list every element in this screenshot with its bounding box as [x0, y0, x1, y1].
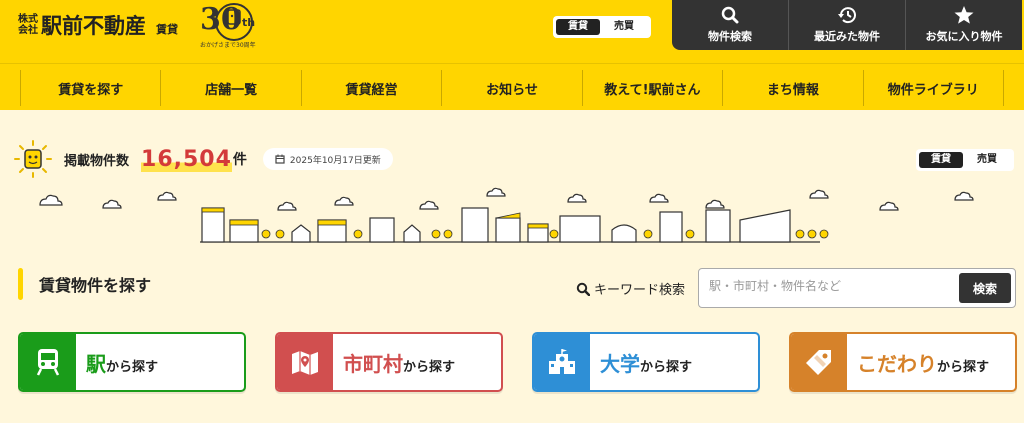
- mascot-icon: [14, 140, 52, 178]
- search-by-feature-card[interactable]: こだわりから探す: [789, 332, 1017, 392]
- nav-news[interactable]: お知らせ: [441, 70, 581, 106]
- nav-rental-management[interactable]: 賃貸経営: [300, 70, 441, 106]
- listing-count-row: 掲載物件数 16,504 件 2025年10月17日更新: [14, 140, 393, 178]
- search-by-station-card[interactable]: 駅から探す: [18, 332, 246, 392]
- heading-accent-bar: [18, 268, 23, 300]
- cloud-icon: [277, 201, 297, 211]
- toggle-sale[interactable]: 売買: [600, 19, 648, 35]
- updated-date-text: 2025年10月17日更新: [289, 155, 381, 166]
- star-icon: [954, 6, 974, 24]
- cloud-icon: [419, 200, 439, 210]
- rent-sale-toggle-top: 賃貸 売買: [553, 16, 651, 38]
- keyword-search-input[interactable]: [709, 279, 949, 293]
- utility-menu: 物件検索 最近みた物件 お気に入り物件: [672, 0, 1022, 50]
- util-label: 物件検索: [708, 30, 752, 43]
- card-icon-area: [534, 334, 590, 390]
- search-icon: [721, 6, 739, 24]
- util-favorites[interactable]: お気に入り物件: [905, 0, 1022, 50]
- toggle-rent[interactable]: 賃貸: [919, 152, 963, 168]
- util-label: お気に入り物件: [925, 30, 1003, 43]
- cloud-icon: [39, 194, 63, 206]
- util-recently-viewed[interactable]: 最近みた物件: [788, 0, 905, 50]
- nav-store-list[interactable]: 店舗一覧: [160, 70, 300, 106]
- keyword-search-label-text: キーワード検索: [594, 283, 686, 298]
- logo-kabu-2: 会社: [18, 25, 38, 36]
- search-button[interactable]: 検索: [959, 273, 1011, 303]
- cloud-icon: [567, 193, 587, 203]
- school-icon: [549, 349, 575, 374]
- global-nav: 賃貸を探す 店舗一覧 賃貸経営 お知らせ 教えて!駅前さん まち情報 物件ライブ…: [0, 63, 1024, 110]
- tag-icon: [806, 350, 831, 375]
- nav-town-info[interactable]: まち情報: [722, 70, 862, 106]
- anniversary-suffix: th: [242, 16, 256, 29]
- card-icon-area: [20, 334, 76, 390]
- card-label: 大学から探す: [600, 348, 692, 377]
- logo-name: 駅前不動産: [41, 14, 146, 38]
- card-label: 駅から探す: [86, 348, 158, 377]
- card-label-main: こだわり: [857, 351, 937, 376]
- card-icon-area: [277, 334, 333, 390]
- logo-kabushikigaisha: 株式 会社: [18, 14, 38, 36]
- cloud-icon: [334, 196, 354, 206]
- util-property-search[interactable]: 物件検索: [672, 0, 788, 50]
- cloud-icon: [102, 199, 122, 209]
- keyword-search-label: キーワード検索: [576, 279, 685, 298]
- cloud-icon: [649, 193, 669, 203]
- keyword-search-box: 検索: [698, 268, 1016, 308]
- anniversary-badge: 30 th おかげさまで30周年: [198, 2, 258, 49]
- card-label-main: 市町村: [343, 351, 403, 376]
- cloud-icon: [809, 189, 829, 199]
- updated-date-badge: 2025年10月17日更新: [262, 148, 393, 170]
- cloud-icon: [954, 191, 974, 201]
- search-icon: [576, 282, 590, 296]
- card-label-sub: から探す: [640, 359, 693, 375]
- card-label-sub: から探す: [106, 359, 159, 375]
- card-label-sub: から探す: [937, 359, 990, 375]
- listing-count-number: 16,504: [141, 146, 232, 172]
- site-header: 株式 会社 駅前不動産 賃貸 30 th おかげさまで30周年 賃貸 売買 物件…: [0, 0, 1024, 63]
- map-icon: [292, 351, 318, 375]
- calendar-icon: [275, 154, 285, 164]
- card-icon-area: [791, 334, 847, 390]
- nav-property-library[interactable]: 物件ライブラリ: [862, 70, 1004, 106]
- cloud-icon: [486, 187, 506, 197]
- card-label-main: 駅: [86, 351, 106, 376]
- town-skyline-illustration: [39, 187, 974, 243]
- history-icon: [838, 7, 856, 24]
- cloud-icon: [157, 191, 177, 201]
- card-label: こだわりから探す: [857, 348, 989, 377]
- listing-count-unit: 件: [232, 152, 247, 168]
- anniversary-subtext: おかげさまで30周年: [200, 42, 256, 49]
- nav-rent-search[interactable]: 賃貸を探す: [20, 70, 160, 106]
- nav-ask-ekimae[interactable]: 教えて!駅前さん: [581, 70, 722, 106]
- cloud-icon: [879, 201, 899, 211]
- site-logo[interactable]: 株式 会社 駅前不動産 賃貸: [18, 10, 178, 40]
- toggle-rent[interactable]: 賃貸: [556, 19, 600, 35]
- util-label: 最近みた物件: [814, 30, 880, 43]
- toggle-sale[interactable]: 売買: [963, 152, 1011, 168]
- section-title-text: 賃貸物件を探す: [39, 276, 152, 295]
- cloud-icon: [705, 199, 725, 209]
- listing-count-label: 掲載物件数: [64, 153, 130, 169]
- card-label-sub: から探す: [403, 359, 456, 375]
- anniversary-number: 30: [200, 2, 242, 37]
- train-icon: [36, 349, 60, 376]
- section-heading: 賃貸物件を探す: [18, 268, 151, 300]
- card-label: 市町村から探す: [343, 348, 455, 377]
- logo-kabu-1: 株式: [18, 14, 38, 25]
- card-label-main: 大学: [600, 351, 640, 376]
- logo-type: 賃貸: [156, 22, 178, 36]
- search-by-city-card[interactable]: 市町村から探す: [275, 332, 503, 392]
- rent-sale-toggle-mid: 賃貸 売買: [916, 149, 1014, 171]
- search-by-university-card[interactable]: 大学から探す: [532, 332, 760, 392]
